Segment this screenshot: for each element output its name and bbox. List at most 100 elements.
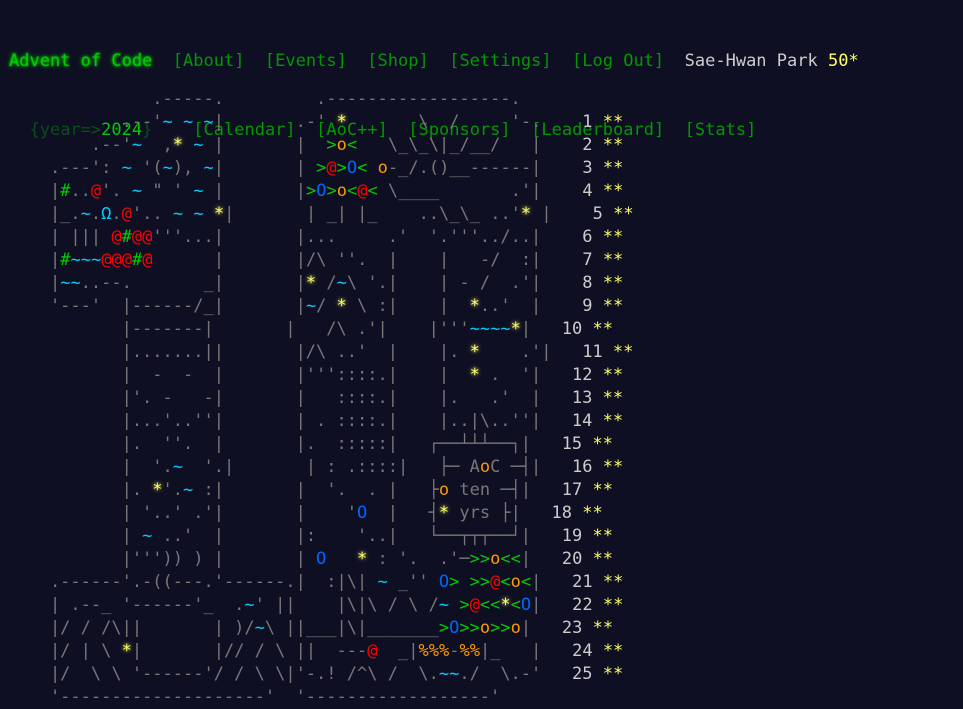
nav-logout[interactable]: [Log Out] [572,51,664,71]
day-stars: ** [602,641,624,661]
art-line: |. *'.~ :| | '. . | ├o ten ─┤| [9,480,562,500]
art-line: |#~~~@@@#@ | |/\ ''. | | -/ :| [9,250,573,270]
calendar-day-row[interactable]: | ||| @#@@'''...| |... .' '.'''../..| 6 … [9,226,634,249]
day-stars: ** [602,158,624,178]
day-stars: ** [612,342,634,362]
art-line: |~~..--. _| |* /~\ '.| | - / .'| [9,273,573,293]
calendar-day-row[interactable]: |/ | \ *| |// / \ || ---@ _|%%%-%%|_ | 2… [9,640,634,663]
art-line: | ~ ..' | |: '..| └──┬┬┬──┘| [9,526,562,546]
nav-about[interactable]: [About] [173,51,245,71]
art-line: .------'.-((---.'------.| :|\| ~ _'' O> … [9,572,573,592]
art-line: | ||| @#@@'''...| |... .' '.'''../..| [9,227,572,247]
day-number: 19 [561,526,583,546]
day-number: 25 [571,664,593,684]
day-number: 22 [572,595,593,615]
day-number: 15 [561,434,583,454]
day-number: 17 [561,480,583,500]
day-stars: ** [602,112,624,132]
calendar-day-row[interactable]: .---': ~ '(~), ~| | >@>O< o-_/.()__-----… [9,157,634,180]
art-line: |#..@'. ~ " ' ~ | |>O>o<@< \____ .'| [9,181,573,201]
day-number: 23 [561,618,583,638]
nav-shop[interactable]: [Shop] [367,51,428,71]
calendar-day-row[interactable]: |. *'.~ :| | '. . | ├o ten ─┤| 17 ** [9,479,634,502]
calendar-day-row[interactable]: |/ / /\|| | )/~\ ||___|\|_______>O>>o>>o… [9,617,634,640]
calendar-day-row[interactable]: |...'..''| | . ::::.| |..|\..''| 14 ** [9,410,634,433]
day-number: 1 [572,112,593,132]
day-stars: ** [592,480,613,500]
day-stars: ** [602,664,624,684]
day-stars: ** [592,319,613,339]
day-stars: ** [592,434,613,454]
day-stars: ** [602,365,624,385]
calendar-day-row[interactable]: | '..' .'| | 'O | ┤* yrs ├| 18 ** [9,502,634,525]
calendar-art-row: .-----. .------------------. [9,88,634,111]
calendar-day-row[interactable]: | '.~ '.| | : .::::| ├─ AoC ─┤| 16 ** [9,456,634,479]
day-number: 9 [572,296,593,316]
calendar-day-row[interactable]: '---' |------/_| |~/ * \ :| | *..' | 9 *… [9,295,634,318]
art-line: .--'~ ,* ~ | | >o< \_\_\|_/__/ | [9,135,573,155]
day-number: 6 [572,227,593,247]
art-line: .-----. .------------------. [9,89,583,109]
calendar-day-row[interactable]: |_.~.Ω.@'.. ~ ~ *| | _| |_ ..\_\_ ..'* |… [9,203,634,226]
day-number: 10 [561,319,583,339]
day-number: 14 [571,411,593,431]
day-number: 5 [582,204,603,224]
calendar-day-row[interactable]: .--'~ ,* ~ | | >o< \_\_\|_/__/ | 2 ** [9,134,634,157]
day-stars: ** [602,250,624,270]
art-line: |.......|| |/\ ..' | |. * .'| [9,342,583,362]
site-title[interactable]: Advent of Code [9,51,152,71]
calendar-day-row[interactable]: |~~..--. _| |* /~\ '.| | - / .'| 8 ** [9,272,634,295]
day-number: 2 [572,135,593,155]
day-number: 20 [561,549,583,569]
calendar-day-row[interactable]: |.......|| |/\ ..' | |. * .'| 11 ** [9,341,634,364]
art-line: |. ''. | |. :::::| ┌──┴┴┴──┐| [9,434,562,454]
calendar-day-row[interactable]: |'. - -| | ::::.| |. .' | 13 ** [9,387,634,410]
nav-stats[interactable]: [Stats] [685,120,757,140]
art-line: | '..' .'| | 'O | ┤* yrs ├| [9,503,552,523]
nav-events[interactable]: [Events] [265,51,347,71]
calendar-day-row[interactable]: |/ \ \ '------'/ / \ \|'-.! /^\ / \.~~./… [9,663,634,686]
day-number: 3 [572,158,593,178]
calendar-day-row[interactable]: |-------| | /\ .'| |'''~~~~*| 10 ** [9,318,634,341]
calendar-day-row[interactable]: .------'.-((---.'------.| :|\| ~ _'' O> … [9,571,634,594]
day-stars: ** [602,273,624,293]
calendar-day-row[interactable]: | - - | |'''::::.| | * . '| 12 ** [9,364,634,387]
calendar-art-row: '--------------------' '----------------… [9,686,634,709]
art-line: |''')) ) | | O * : '. .'─>>o<<| [9,549,562,569]
art-line: '---' |------/_| |~/ * \ :| | *..' | [9,296,572,316]
calendar-day-row[interactable]: |#~~~@@@#@ | |/\ ''. | | -/ :| 7 ** [9,249,634,272]
day-number: 4 [572,181,593,201]
calendar-day-row[interactable]: | .--_ '------'_ .~' || |\|\ / \ /~ >@<<… [9,594,634,617]
art-line: .--'~ ~ ~| .-' * \ / '-. [9,112,573,132]
art-line: |...'..''| | . ::::.| |..|\..''| [9,411,572,431]
day-stars: ** [602,181,624,201]
day-number: 11 [582,342,603,362]
day-stars: ** [602,457,624,477]
calendar-day-row[interactable]: |''')) ) | | O * : '. .'─>>o<<| 20 ** [9,548,634,571]
day-stars: ** [602,595,624,615]
day-stars: ** [613,204,634,224]
user-name: Sae-Hwan Park [684,51,818,71]
art-line: |-------| | /\ .'| |'''~~~~*| [9,319,562,339]
day-number: 13 [571,388,593,408]
art-line: |/ / /\|| | )/~\ ||___|\|_______>O>>o>>o… [9,618,562,638]
nav-settings[interactable]: [Settings] [449,51,551,71]
art-line: | .--_ '------'_ .~' || |\|\ / \ /~ >@<<… [9,595,573,615]
day-stars: ** [592,618,614,638]
star-count: 50* [827,51,859,71]
calendar-day-row[interactable]: | ~ ..' | |: '..| └──┬┬┬──┘| 19 ** [9,525,634,548]
header-row-1: Advent of Code [About] [Events] [Shop] [… [9,50,859,73]
art-line: |'. - -| | ::::.| |. .' | [9,388,572,408]
calendar-day-row[interactable]: |. ''. | |. :::::| ┌──┴┴┴──┐| 15 ** [9,433,634,456]
day-stars: ** [602,135,624,155]
day-stars: ** [602,388,624,408]
art-line: '--------------------' '----------------… [9,687,583,707]
calendar-day-row[interactable]: |#..@'. ~ " ' ~ | |>O>o<@< \____ .'| 4 *… [9,180,634,203]
calendar-art: .-----. .------------------. .--'~ ~ ~| … [9,88,634,709]
calendar-day-row[interactable]: .--'~ ~ ~| .-' * \ / '-. 1 ** [9,111,634,134]
art-line: | - - | |'''::::.| | * . '| [9,365,572,385]
day-stars: ** [602,572,624,592]
day-stars: ** [602,411,624,431]
day-stars: ** [602,227,624,247]
day-number: 24 [572,641,593,661]
